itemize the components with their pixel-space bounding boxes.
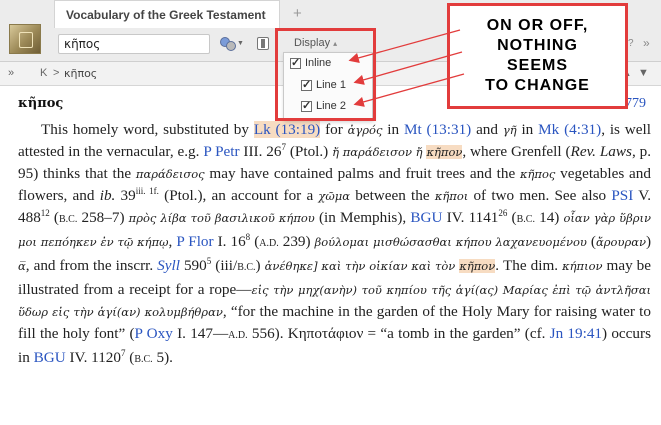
entry-text: This homely word, substituted by bbox=[41, 121, 254, 138]
entry-text: 5). bbox=[152, 349, 173, 366]
entry-text: (Ptol.), an account for a bbox=[158, 187, 319, 204]
greek-text: βούλομαι μισθώσασθαι κήπου λαχανευομένου bbox=[314, 235, 587, 249]
entry-text: A.D. bbox=[228, 330, 248, 341]
help-icon[interactable]: ? bbox=[628, 38, 634, 49]
greek-text: κήπιον bbox=[562, 259, 603, 273]
panel-toggle-icon[interactable] bbox=[257, 37, 269, 50]
entry-text: ( bbox=[507, 209, 517, 226]
entry-text: . The dim. bbox=[495, 257, 563, 274]
entry-body: This homely word, substituted by Lk (13:… bbox=[18, 119, 651, 371]
entry-text: 239) bbox=[278, 233, 315, 250]
reference-link[interactable]: P Petr bbox=[203, 143, 239, 160]
entry-text: B.C. bbox=[237, 262, 256, 273]
entry-text: 556). Κηποτάφιον = “a tomb in the garden… bbox=[247, 325, 550, 342]
entry-text: ) bbox=[645, 233, 652, 250]
annotation-frame bbox=[275, 28, 376, 121]
entry-text: Rev. Laws bbox=[570, 143, 632, 160]
reference-link[interactable]: BGU bbox=[34, 349, 66, 366]
entry-text: 14) bbox=[534, 209, 564, 226]
entry-text: may have contained palms and fruit trees… bbox=[204, 165, 520, 182]
entry-text: IV. 1141 bbox=[442, 209, 499, 226]
reference-link[interactable]: Mk (4:31) bbox=[538, 121, 601, 138]
reference-link[interactable]: P Flor bbox=[176, 233, 213, 250]
entry-text: , where Grenfell ( bbox=[462, 143, 571, 160]
reference-link[interactable]: Lk (13:19) bbox=[253, 121, 321, 138]
entry-text: for bbox=[320, 121, 348, 138]
entry-text: between the bbox=[350, 187, 435, 204]
entry-text: ib. bbox=[99, 187, 116, 204]
reference-input[interactable]: κῆπος bbox=[58, 34, 210, 54]
entry-text: 12 bbox=[40, 207, 50, 218]
entry-text: IV. 1120 bbox=[65, 349, 121, 366]
greek-text: κῆπον bbox=[426, 145, 463, 159]
entry-text: B.C. bbox=[516, 214, 535, 225]
add-tab-button[interactable]: + bbox=[293, 5, 302, 22]
entry-text: III. 26 bbox=[239, 143, 282, 160]
breadcrumb[interactable]: κῆπος bbox=[64, 67, 97, 80]
greek-text: ἀγρός bbox=[347, 123, 383, 137]
callout-line: ON OR OFF, bbox=[486, 17, 589, 34]
greek-text: κῆπος bbox=[519, 167, 556, 181]
entry-text: 39 bbox=[115, 187, 136, 204]
entry-text: ( bbox=[586, 233, 596, 250]
reference-link[interactable]: Syll bbox=[157, 257, 180, 274]
greek-text: ἀνέθηκε] καὶ τὴν οἰκίαν καὶ τὸν bbox=[264, 259, 456, 273]
reference-link[interactable]: Jn 19:41 bbox=[550, 325, 602, 342]
entry-text: ( bbox=[250, 233, 260, 250]
headword: κῆπος bbox=[18, 96, 64, 111]
entry-text: B.C. bbox=[59, 214, 78, 225]
expand-panel-icon[interactable]: » bbox=[8, 67, 14, 79]
reference-link[interactable]: P Oxy bbox=[135, 325, 173, 342]
greek-text: παράδεισος bbox=[135, 167, 205, 181]
resource-abbrev[interactable]: K bbox=[40, 67, 47, 79]
parallel-resources-icon[interactable]: ▼ bbox=[218, 36, 244, 52]
tab-vocabulary[interactable]: Vocabulary of the Greek Testament bbox=[54, 0, 280, 28]
greek-text: κῆπον bbox=[459, 259, 496, 273]
entry-text: in bbox=[516, 121, 539, 138]
callout-line: TO CHANGE bbox=[485, 77, 590, 94]
entry-text: , and from the inscrr. bbox=[25, 257, 158, 274]
entry-text: (in Memphis), bbox=[314, 209, 411, 226]
entry-text: ( bbox=[125, 349, 135, 366]
resource-cover-icon[interactable] bbox=[9, 24, 41, 54]
entry-text: I. 16 bbox=[213, 233, 246, 250]
more-tools-icon[interactable]: » bbox=[643, 36, 650, 50]
greek-text: κῆποι bbox=[434, 189, 469, 203]
entry-text: and bbox=[471, 121, 503, 138]
entry-text: ) bbox=[255, 257, 265, 274]
reference-link[interactable]: Mt (13:31) bbox=[404, 121, 471, 138]
entry-text: ( bbox=[49, 209, 59, 226]
entry-text: B.C. bbox=[134, 354, 153, 365]
callout-line: NOTHING bbox=[497, 37, 578, 54]
entry-text: in bbox=[382, 121, 404, 138]
callout-line: SEEMS bbox=[506, 57, 568, 74]
greek-text: χῶμα bbox=[318, 189, 351, 203]
entry-text: 590 bbox=[179, 257, 207, 274]
entry-text: A.D. bbox=[259, 238, 279, 249]
entry-text: iii. 1f. bbox=[135, 185, 159, 196]
greek-text: πρὸς λίβα τοῦ βασιλικοῦ κήπου bbox=[128, 211, 315, 225]
reference-link[interactable]: PSI bbox=[611, 187, 633, 204]
entry-text: (Ptol.) bbox=[285, 143, 333, 160]
greek-text: ἤ παράδεισον ἤ bbox=[332, 145, 423, 159]
greek-text: α̅ bbox=[18, 259, 26, 273]
annotation-callout: ON OR OFF, NOTHING SEEMS TO CHANGE bbox=[447, 3, 628, 109]
greek-text: ἄρουραν bbox=[596, 235, 646, 249]
entry-text: of two men. See also bbox=[468, 187, 612, 204]
scroll-down-icon[interactable]: ▼ bbox=[638, 67, 649, 79]
reference-link[interactable]: BGU bbox=[410, 209, 442, 226]
greek-text: γῆ bbox=[502, 123, 517, 137]
entry-text: 258–7) bbox=[77, 209, 129, 226]
breadcrumb-separator: > bbox=[53, 67, 60, 79]
entry-text: I. 147— bbox=[172, 325, 229, 342]
entry-text: (iii/ bbox=[211, 257, 238, 274]
tab-title: Vocabulary of the Greek Testament bbox=[66, 7, 266, 22]
